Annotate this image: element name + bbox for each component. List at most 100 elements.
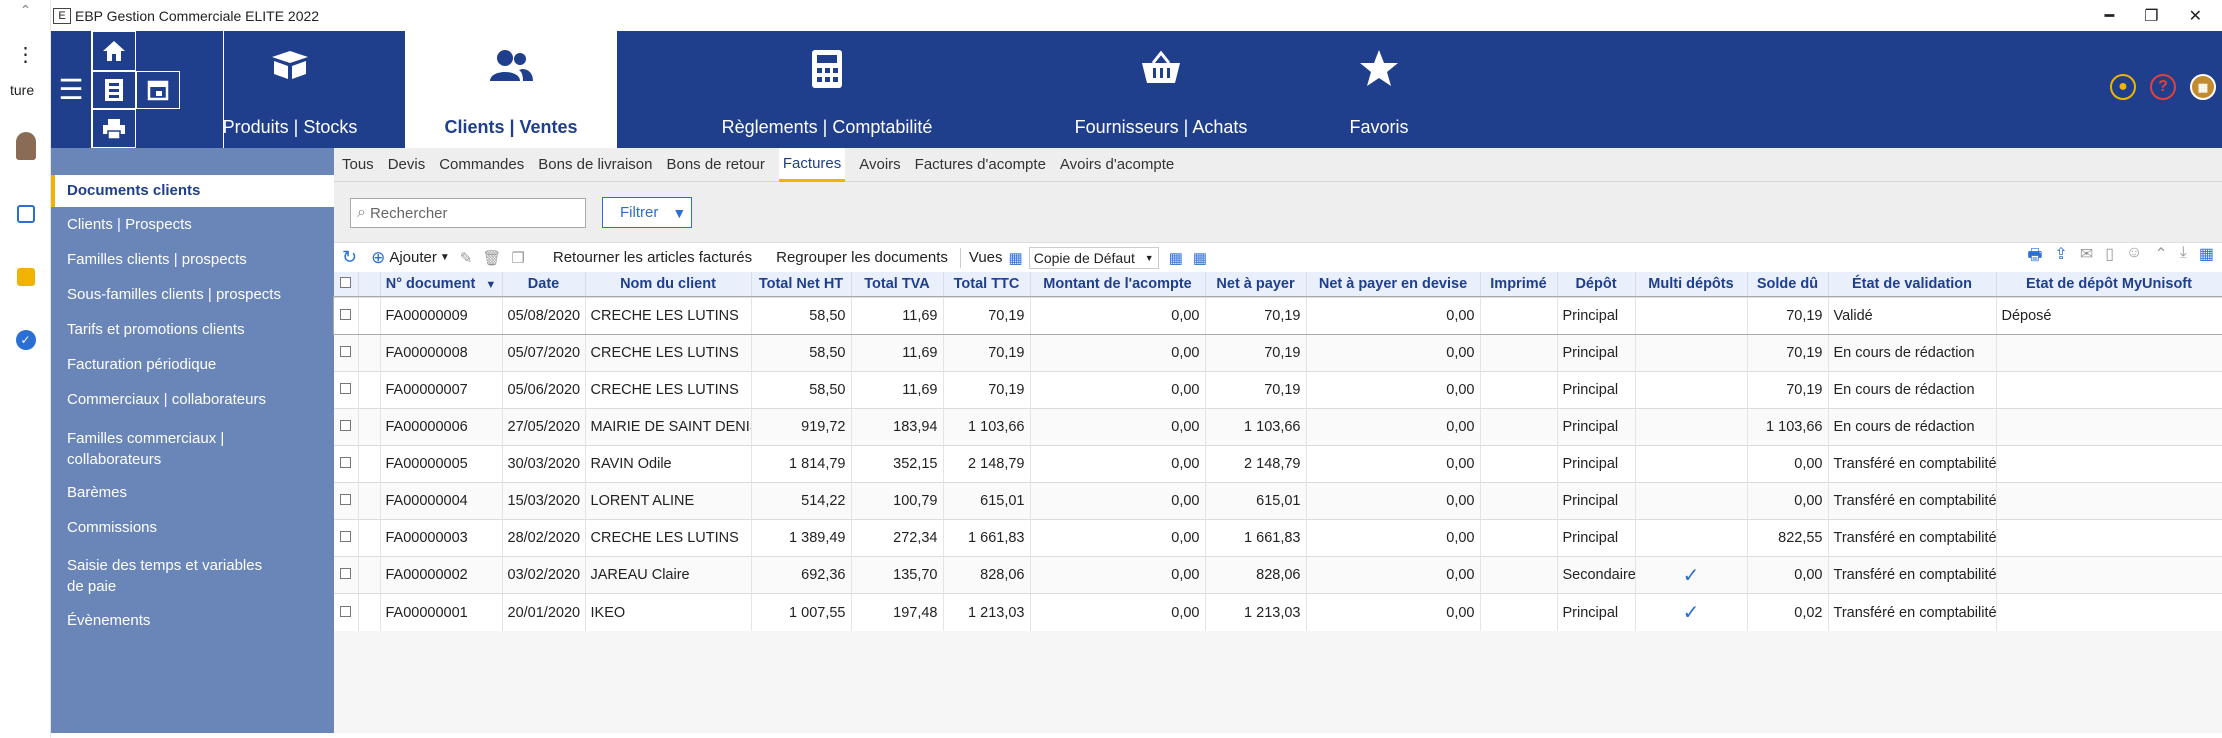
bell-icon[interactable]: ● (2110, 74, 2136, 100)
col-header-tva[interactable]: Total TVA (851, 272, 944, 297)
tab-devis[interactable]: Devis (388, 148, 426, 182)
col-header-client[interactable]: Nom du client (585, 272, 752, 297)
print-icon[interactable] (92, 109, 136, 148)
col-header-date[interactable]: Date (502, 272, 586, 297)
row-checkbox[interactable] (334, 593, 359, 631)
col-header-multi[interactable]: Multi dépôts (1635, 272, 1748, 297)
search-input[interactable]: ⌕ Rechercher (350, 198, 586, 228)
table-row[interactable]: FA00000007 05/06/2020 CRECHE LES LUTINS 58,… (334, 370, 2222, 409)
tab-tous[interactable]: Tous (342, 148, 374, 182)
collapse-icon[interactable]: ⤓ (2180, 244, 2187, 271)
table-row[interactable]: FA00000004 15/03/2020 LORENT ALINE 514,22 10… (334, 481, 2222, 520)
tab-factures-acompte[interactable]: Factures d'acompte (915, 148, 1046, 182)
sidebar-item-baremes[interactable]: Barèmes (51, 475, 334, 510)
row-checkbox[interactable] (334, 556, 359, 594)
sidebar-item-facturation[interactable]: Facturation périodique (51, 347, 334, 382)
sidebar-item-tarifs[interactable]: Tarifs et promotions clients (51, 312, 334, 347)
edit-icon[interactable]: ✓ (0, 330, 51, 350)
col-header-imprime[interactable]: Imprimé (1480, 272, 1558, 297)
add-button[interactable]: Ajouter (389, 249, 437, 266)
tab-avoirs[interactable]: Avoirs (859, 148, 900, 182)
tab-favoris[interactable]: Favoris (1285, 31, 1473, 148)
layout-icon[interactable]: ▦ (1193, 249, 1207, 267)
edit-icon[interactable]: ✎ (460, 249, 473, 267)
print-icon[interactable]: 🖶 (2027, 244, 2042, 271)
home-icon[interactable] (92, 31, 136, 71)
sidebar-item-documents-clients[interactable]: Documents clients (51, 175, 334, 207)
row-checkbox[interactable] (334, 370, 359, 409)
avatar[interactable] (0, 132, 51, 160)
view-select[interactable]: Copie de Défaut ▼ (1028, 246, 1159, 269)
col-header-myunisoft[interactable]: Etat de dépôt MyUnisoft (1996, 272, 2222, 297)
table-row[interactable]: FA00000003 28/02/2020 CRECHE LES LUTINS 1 3… (334, 519, 2222, 557)
sidebar-item-evenements[interactable]: Évènements (51, 603, 334, 638)
help-icon[interactable]: ? (2150, 74, 2176, 100)
table-row[interactable]: FA00000008 05/07/2020 CRECHE LES LUTINS 58,… (334, 333, 2222, 372)
sidebar-item-familles-commerciaux[interactable]: Familles commerciaux | collaborateurs (51, 417, 281, 475)
group-documents-button[interactable]: Regrouper les documents (776, 249, 948, 266)
close-icon[interactable]: ✕ (2189, 6, 2202, 26)
delete-icon[interactable]: 🗑 (482, 249, 501, 267)
tab-reglements-comptabilite[interactable]: Règlements | Comptabilité (617, 31, 1037, 148)
phone-icon[interactable]: ▯ (2105, 244, 2114, 271)
tab-clients-ventes[interactable]: Clients | Ventes (405, 31, 617, 148)
calendar-icon[interactable] (0, 205, 51, 223)
expand-icon[interactable]: ⌃ (2154, 244, 2167, 271)
table-row[interactable]: FA00000006 27/05/2020 MAIRIE DE SAINT DENI… (334, 407, 2222, 446)
sidebar-item-commissions[interactable]: Commissions (51, 510, 334, 545)
grid-settings-icon[interactable]: ▦ (2199, 244, 2214, 271)
sidebar-item-saisie-temps[interactable]: Saisie des temps et variables de paie (51, 545, 291, 603)
row-checkbox[interactable] (334, 519, 359, 557)
hamburger-icon[interactable]: ☰ (51, 31, 91, 148)
minimize-icon[interactable]: ━ (2105, 6, 2115, 26)
row-checkbox[interactable] (334, 407, 359, 446)
table-row[interactable]: FA00000002 03/02/2020 JAREAU Claire 692,36 1… (334, 556, 2222, 594)
row-checkbox[interactable] (334, 481, 359, 520)
duplicate-icon[interactable]: ❐ (511, 249, 524, 267)
address-book-icon[interactable] (92, 71, 136, 109)
filter-dropdown[interactable]: Filtrer ▼ (602, 197, 692, 228)
table-row[interactable]: FA00000009 05/08/2020 CRECHE LES LUTINS 58,… (333, 295, 2222, 336)
col-header-etat[interactable]: État de validation (1828, 272, 1997, 297)
calendar-icon[interactable] (136, 71, 180, 109)
refresh-icon[interactable]: ↻ (342, 247, 357, 268)
tab-fournisseurs-achats[interactable]: Fournisseurs | Achats (1037, 31, 1285, 148)
mail-icon[interactable]: ✉ (2080, 244, 2093, 271)
tab-factures[interactable]: Factures (778, 147, 846, 182)
cell-etat: Transféré en comptabilité (1828, 593, 1997, 631)
table-row[interactable]: FA00000001 20/01/2020 IKEO 1 007,55 197,48 1 … (334, 593, 2222, 631)
chevron-up-icon[interactable]: ⌃ (0, 2, 51, 19)
tab-avoirs-acompte[interactable]: Avoirs d'acompte (1060, 148, 1174, 182)
add-icon: ⊕ (371, 247, 386, 267)
sidebar-item-familles-clients[interactable]: Familles clients | prospects (51, 242, 334, 277)
tab-produits-stocks[interactable]: Produits | Stocks (175, 31, 405, 148)
tab-bons-livraison[interactable]: Bons de livraison (538, 148, 652, 182)
bulb-icon[interactable] (0, 268, 51, 286)
tab-bons-retour[interactable]: Bons de retour (666, 148, 764, 182)
col-header-devise[interactable]: Net à payer en devise (1306, 272, 1481, 297)
more-icon[interactable]: ⋮ (0, 42, 51, 67)
select-all-checkbox[interactable] (334, 272, 359, 297)
chevron-down-icon[interactable]: ▼ (440, 252, 450, 263)
col-header-total-ht[interactable]: Total Net HT (751, 272, 852, 297)
sidebar-item-commerciaux[interactable]: Commerciaux | collaborateurs (51, 382, 334, 417)
sidebar-item-clients-prospects[interactable]: Clients | Prospects (51, 207, 334, 242)
contact-icon[interactable]: ☺ (2126, 244, 2142, 271)
export-icon[interactable]: ⇪ (2054, 244, 2067, 271)
col-header-solde[interactable]: Solde dû (1747, 272, 1829, 297)
col-header-doc[interactable]: N° document ▼ (380, 272, 503, 297)
col-header-net[interactable]: Net à payer (1205, 272, 1307, 297)
col-header-depot[interactable]: Dépôt (1557, 272, 1636, 297)
table-row[interactable]: FA00000005 30/03/2020 RAVIN Odile 1 814,79 3… (334, 444, 2222, 483)
columns-icon[interactable]: ▦ (1169, 249, 1183, 267)
tab-commandes[interactable]: Commandes (439, 148, 524, 182)
settings-icon[interactable]: ▦ (2190, 74, 2216, 100)
return-items-button[interactable]: Retourner les articles facturés (553, 249, 752, 266)
col-header-acompte[interactable]: Montant de l'acompte (1030, 272, 1206, 297)
row-checkbox[interactable] (334, 296, 359, 335)
row-checkbox[interactable] (334, 444, 359, 483)
sidebar-item-sous-familles[interactable]: Sous-familles clients | prospects (51, 277, 334, 312)
restore-icon[interactable]: ❐ (2144, 6, 2158, 26)
col-header-ttc[interactable]: Total TTC (943, 272, 1031, 297)
row-checkbox[interactable] (334, 333, 359, 372)
